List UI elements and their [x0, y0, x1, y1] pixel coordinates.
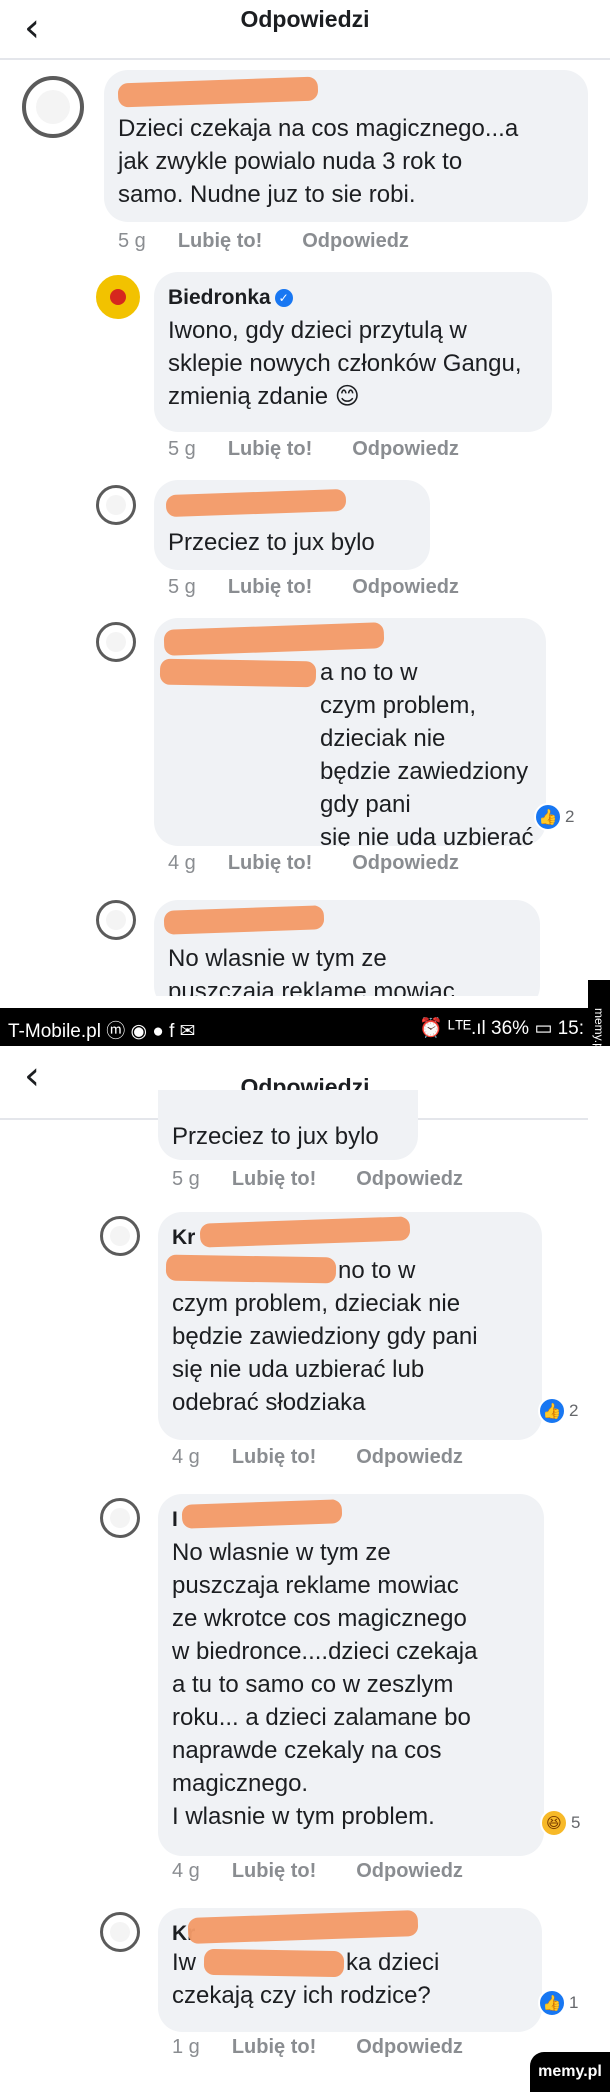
reply-link[interactable]: Odpowiedz [352, 438, 459, 460]
like-link[interactable]: Lubię to! [232, 1860, 316, 1882]
redaction-mark [181, 1499, 343, 1529]
comment-time: 5 g [168, 576, 196, 598]
comment-time: 4 g [172, 1860, 200, 1882]
verified-badge-icon: ✓ [274, 289, 293, 307]
comment-text: Dzieci czekaja na cos magicznego...a jak… [118, 115, 519, 208]
comment-bubble: Przeciez to jux bylo [154, 480, 430, 570]
redaction-mark [159, 658, 317, 688]
like-link[interactable]: Lubię to! [228, 576, 312, 598]
comment-text: Iwono, gdy dzieci przytulą w sklepie now… [168, 317, 522, 410]
like-reaction-icon: 👍 [534, 803, 562, 831]
page-title: Odpowiedzi [240, 6, 370, 32]
reply-link[interactable]: Odpowiedz [356, 1860, 463, 1882]
redaction-mark [163, 622, 385, 656]
avatar[interactable] [96, 900, 136, 940]
commenter-name[interactable]: Biedronka ✓ [168, 286, 293, 310]
comment-bubble: I No wlasnie w tym ze puszczaja reklame … [158, 1494, 544, 1856]
redaction-mark [117, 76, 319, 108]
comment-text: a no to w czym problem, dzieciak nie będ… [320, 659, 534, 846]
status-left: T-Mobile.pl ⓜ ◉ ● f ✉ [8, 1016, 196, 1043]
comment-time: 5 g [172, 1168, 200, 1190]
comment-bubble: Biedronka ✓ Iwono, gdy dzieci przytulą w … [154, 272, 552, 432]
reply-link[interactable]: Odpowiedz [356, 2036, 463, 2058]
reply-link[interactable]: Odpowiedz [352, 852, 459, 874]
watermark-corner: memy.pl [530, 2052, 610, 2092]
like-link[interactable]: Lubię to! [178, 230, 262, 252]
reaction-summary[interactable]: 😆 5 [540, 1808, 580, 1838]
reply-link[interactable]: Odpowiedz [352, 576, 459, 598]
comment-text: Przeciez to jux bylo [172, 1123, 379, 1150]
like-link[interactable]: Lubię to! [228, 852, 312, 874]
like-reaction-icon: 👍 [538, 1989, 566, 2017]
comment-time: 4 g [168, 852, 196, 874]
comment-actions: 4 g Lubię to! Odpowiedz [172, 1446, 503, 1469]
comment-bubble: No wlasnie w tym ze puszczaja reklame mo… [154, 900, 540, 1010]
comment-time: 5 g [118, 230, 146, 252]
avatar[interactable] [100, 1498, 140, 1538]
biedronka-avatar[interactable] [96, 275, 140, 319]
commenter-name[interactable]: Kr [172, 1226, 195, 1250]
commenter-name[interactable]: I [172, 1508, 178, 1532]
redaction-mark [199, 1216, 411, 1248]
comment-bubble: Przeciez to jux bylo [158, 1090, 418, 1160]
comment-actions: 1 g Lubię to! Odpowiedz [172, 2036, 503, 2059]
like-link[interactable]: Lubię to! [228, 438, 312, 460]
comment-actions: 5 g Lubię to! Odpowiedz [118, 230, 449, 253]
like-reaction-icon: 👍 [538, 1397, 566, 1425]
notification-icons: ⓜ ◉ ● f ✉ [106, 1021, 196, 1042]
comment-time: 5 g [168, 438, 196, 460]
reaction-count: 1 [569, 1993, 579, 2012]
comment-text: No wlasnie w tym ze puszczaja reklame mo… [172, 1539, 478, 1830]
like-link[interactable]: Lubię to! [232, 1446, 316, 1468]
reaction-count: 2 [569, 1401, 579, 1420]
comment-time: 4 g [172, 1446, 200, 1468]
redaction-mark [163, 905, 325, 935]
avatar[interactable] [96, 622, 136, 662]
comment-actions: 4 g Lubię to! Odpowiedz [172, 1860, 503, 1883]
avatar[interactable] [96, 485, 136, 525]
haha-reaction-icon: 😆 [540, 1809, 568, 1837]
like-link[interactable]: Lubię to! [232, 1168, 316, 1190]
divider [0, 996, 588, 1008]
avatar[interactable] [22, 76, 84, 138]
redaction-mark [187, 1909, 419, 1945]
top-header: ‹ Odpowiedzi [0, 0, 610, 60]
reply-link[interactable]: Odpowiedz [356, 1168, 463, 1190]
comment-bubble: Kr Iw ka dzieci czekają czy ich rodzice? [158, 1908, 542, 2032]
like-link[interactable]: Lubię to! [232, 2036, 316, 2058]
carrier-label: T-Mobile.pl [8, 1021, 101, 1042]
comment-bubble: a no to w czym problem, dzieciak nie będ… [154, 618, 546, 846]
status-right: ⏰ ᴸᵀᴱ.ıl 36% ▭ 15: [419, 1018, 584, 1039]
comment-actions: 4 g Lubię to! Odpowiedz [168, 852, 499, 875]
reply-link[interactable]: Odpowiedz [302, 230, 409, 252]
comment-actions: 5 g Lubię to! Odpowiedz [168, 438, 499, 461]
avatar[interactable] [100, 1912, 140, 1952]
redaction-mark [165, 488, 347, 518]
comment-time: 1 g [172, 2036, 200, 2058]
comment-text: ka dzieci czekają czy ich rodzice? [172, 1949, 440, 2009]
reaction-summary[interactable]: 👍 2 [534, 802, 574, 832]
reaction-summary[interactable]: 👍 1 [538, 1988, 578, 2018]
comment-text: Przeciez to jux bylo [168, 529, 375, 556]
comment-bubble: Kr no to w czym problem, dzieciak nie bę… [158, 1212, 542, 1440]
status-bar: T-Mobile.pl ⓜ ◉ ● f ✉ ⏰ ᴸᵀᴱ.ıl 36% ▭ 15: [0, 1008, 588, 1046]
avatar[interactable] [100, 1216, 140, 1256]
comment-text: no to w czym problem, dzieciak nie będzi… [172, 1257, 478, 1416]
reaction-count: 2 [565, 807, 575, 826]
reaction-summary[interactable]: 👍 2 [538, 1396, 578, 1426]
comment-bubble: Dzieci czekaja na cos magicznego...a jak… [104, 70, 588, 222]
reply-link[interactable]: Odpowiedz [356, 1446, 463, 1468]
comment-actions: 5 g Lubię to! Odpowiedz [172, 1168, 503, 1191]
comment-actions: 5 g Lubię to! Odpowiedz [168, 576, 499, 599]
reaction-count: 5 [571, 1813, 581, 1832]
